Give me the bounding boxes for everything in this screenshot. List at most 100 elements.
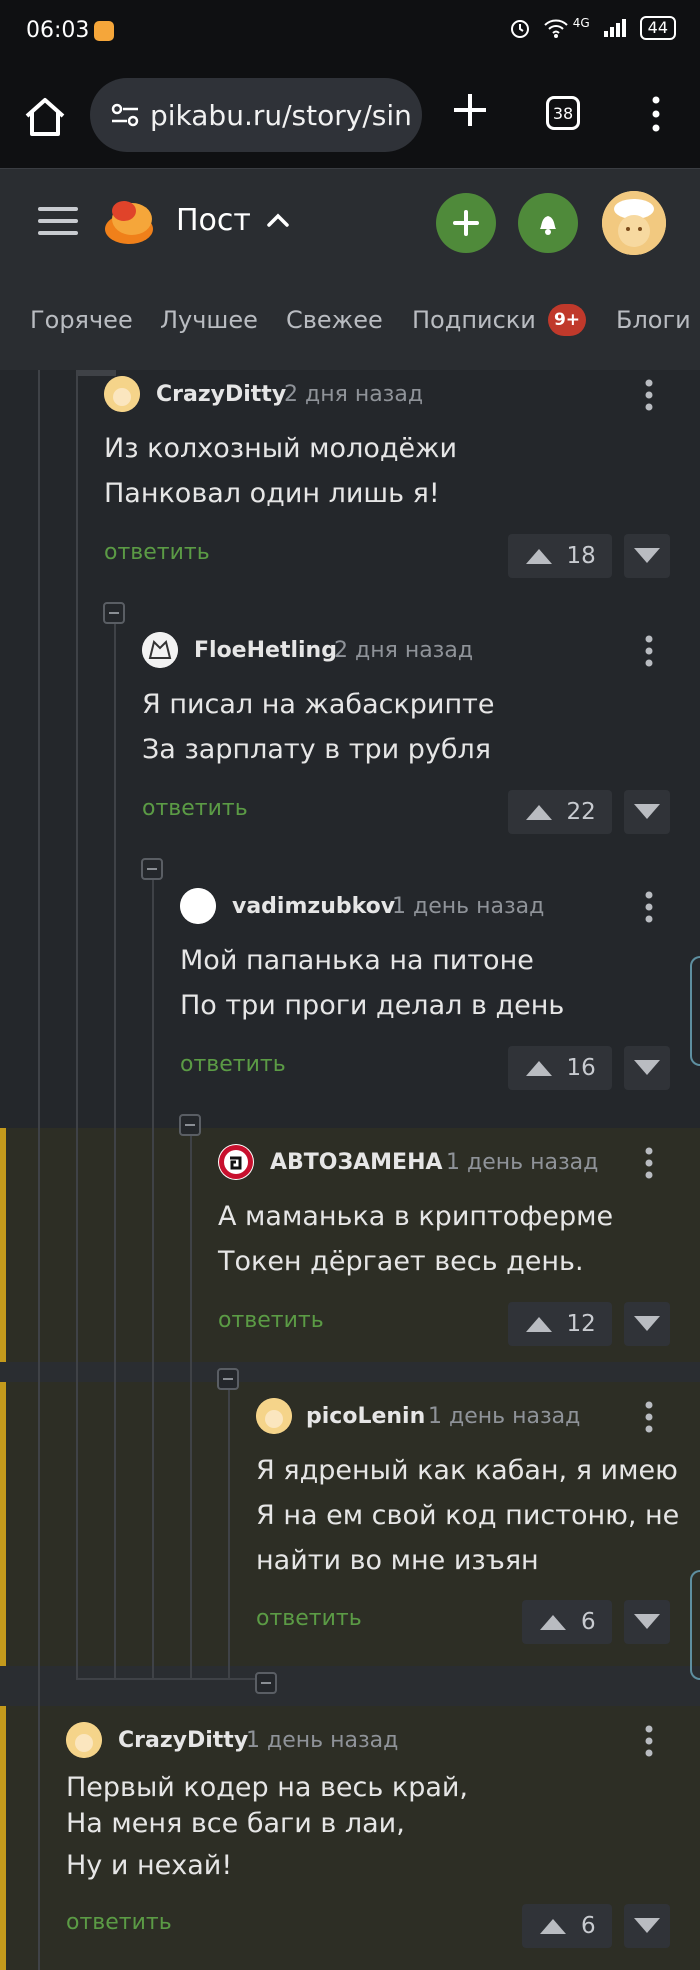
comment-line: За зарплату в три рубля <box>142 734 491 765</box>
signal-icon <box>603 19 626 37</box>
collapse-toggle[interactable] <box>255 1672 277 1694</box>
tab-subscriptions[interactable]: Подписки <box>412 306 536 334</box>
comment-time[interactable]: 1 день назад <box>428 1404 580 1429</box>
arrow-down-icon <box>634 804 660 819</box>
tab-fresh[interactable]: Свежее <box>286 306 383 334</box>
battery-indicator: 44 <box>639 16 676 40</box>
upvote-button[interactable]: 18 <box>508 534 612 578</box>
comment-time[interactable]: 1 день назад <box>246 1728 398 1753</box>
avatar-image-icon <box>256 1398 292 1434</box>
divider <box>0 1666 700 1706</box>
side-scroll-handle[interactable] <box>690 956 700 1066</box>
comment-author[interactable]: CrazyDitty <box>118 1728 248 1753</box>
comment-line: найти во мне изъян <box>256 1545 539 1576</box>
network-type: 4G <box>572 16 590 30</box>
comment-text: Мой папанька на питоне По три проги дела… <box>180 938 564 1028</box>
comment-author[interactable]: picoLenin <box>306 1404 425 1429</box>
reply-link[interactable]: ответить <box>180 1052 286 1077</box>
downvote-button[interactable] <box>624 534 670 578</box>
collapse-toggle[interactable] <box>103 602 125 624</box>
alarm-icon <box>510 20 529 38</box>
avatar-image-icon <box>66 1722 102 1758</box>
avatar[interactable] <box>256 1398 292 1434</box>
new-comment-marker <box>0 1128 6 1362</box>
user-avatar[interactable] <box>602 191 666 255</box>
page-title[interactable]: Пост <box>176 203 251 238</box>
status-time: 06:03 <box>26 18 90 43</box>
reply-link[interactable]: ответить <box>142 796 248 821</box>
reply-link[interactable]: ответить <box>104 540 210 565</box>
arrow-down-icon <box>634 548 660 563</box>
downvote-button[interactable] <box>624 790 670 834</box>
plus-icon <box>453 210 479 236</box>
collapse-toggle[interactable] <box>217 1368 239 1390</box>
upvote-button[interactable]: 22 <box>508 790 612 834</box>
downvote-button[interactable] <box>624 1302 670 1346</box>
upvote-button[interactable]: 16 <box>508 1046 612 1090</box>
downvote-button[interactable] <box>624 1046 670 1090</box>
chevron-up-icon[interactable] <box>266 211 290 229</box>
comment-time[interactable]: 1 день назад <box>446 1150 598 1175</box>
avatar-image-icon <box>142 632 178 668</box>
avatar[interactable] <box>218 1144 254 1180</box>
more-options-icon[interactable] <box>644 1146 654 1180</box>
avatar-image-icon <box>602 191 666 255</box>
vote-count: 16 <box>566 1055 596 1081</box>
more-options-icon[interactable] <box>644 890 654 924</box>
comment-text: Из колхозный молодёжи Панковал один лишь… <box>104 426 457 516</box>
add-post-button[interactable] <box>436 193 496 253</box>
downvote-button[interactable] <box>624 1600 670 1644</box>
more-options-icon[interactable] <box>644 1400 654 1434</box>
new-comment-marker <box>0 1706 6 1970</box>
avatar[interactable] <box>180 888 216 924</box>
comment-author[interactable]: FloeHetling <box>194 638 337 663</box>
upvote-button[interactable]: 12 <box>508 1302 612 1346</box>
tab-hot[interactable]: Горячее <box>30 306 133 334</box>
collapse-toggle[interactable] <box>141 858 163 880</box>
avatar-image-icon <box>180 888 216 924</box>
upvote-button[interactable]: 6 <box>522 1600 612 1644</box>
comment-author[interactable]: CrazyDitty <box>156 382 286 407</box>
avatar[interactable] <box>66 1722 102 1758</box>
thread-line <box>152 870 154 1680</box>
pikabu-logo-icon[interactable] <box>102 195 156 247</box>
more-options-icon[interactable] <box>644 1724 654 1758</box>
upvote-button[interactable]: 6 <box>522 1904 612 1948</box>
site-settings-icon[interactable] <box>108 98 142 132</box>
address-bar[interactable]: pikabu.ru/story/sin <box>90 78 422 152</box>
tab-blogs[interactable]: Блоги <box>616 306 691 334</box>
comment-author[interactable]: vadimzubkov <box>232 894 395 919</box>
comment-author[interactable]: АВТОЗАМЕНА <box>270 1150 443 1175</box>
comment-time[interactable]: 2 дня назад <box>284 382 423 407</box>
reply-link[interactable]: ответить <box>256 1606 362 1631</box>
more-options-icon[interactable] <box>644 634 654 668</box>
comment-time[interactable]: 1 день назад <box>392 894 544 919</box>
home-icon[interactable] <box>22 94 68 140</box>
new-comment-marker <box>0 1382 6 1666</box>
category-tabs: Горячее Лучшее Свежее Подписки 9+ Блоги <box>0 274 700 370</box>
new-tab-icon[interactable] <box>450 90 490 130</box>
comment-line: Ну и нехай! <box>66 1850 233 1881</box>
avatar[interactable] <box>142 632 178 668</box>
reply-link[interactable]: ответить <box>218 1308 324 1333</box>
more-options-icon[interactable] <box>644 378 654 412</box>
browser-toolbar: pikabu.ru/story/sin 38 <box>0 64 700 168</box>
thread-line <box>190 1126 192 1680</box>
comment-time[interactable]: 2 дня назад <box>334 638 473 663</box>
hamburger-menu-icon[interactable] <box>38 205 78 237</box>
tab-best[interactable]: Лучшее <box>160 306 258 334</box>
comment-text: Первый кодер на весь край, На меня все б… <box>66 1770 468 1884</box>
collapse-toggle[interactable] <box>179 1114 201 1136</box>
reply-link[interactable]: ответить <box>66 1910 172 1935</box>
notifications-button[interactable] <box>518 193 578 253</box>
side-scroll-handle[interactable] <box>690 1570 700 1680</box>
tab-switcher-button[interactable]: 38 <box>546 96 580 130</box>
comment-line: Я ядреный как кабан, я имею <box>256 1455 678 1486</box>
comment-text: Я писал на жабаскрипте За зарплату в три… <box>142 682 494 772</box>
browser-menu-icon[interactable] <box>644 94 668 134</box>
avatar[interactable] <box>104 376 140 412</box>
avatar-image-icon <box>104 376 140 412</box>
downvote-button[interactable] <box>624 1904 670 1948</box>
arrow-up-icon <box>526 1317 553 1332</box>
comment-line: Из колхозный молодёжи <box>104 433 457 464</box>
